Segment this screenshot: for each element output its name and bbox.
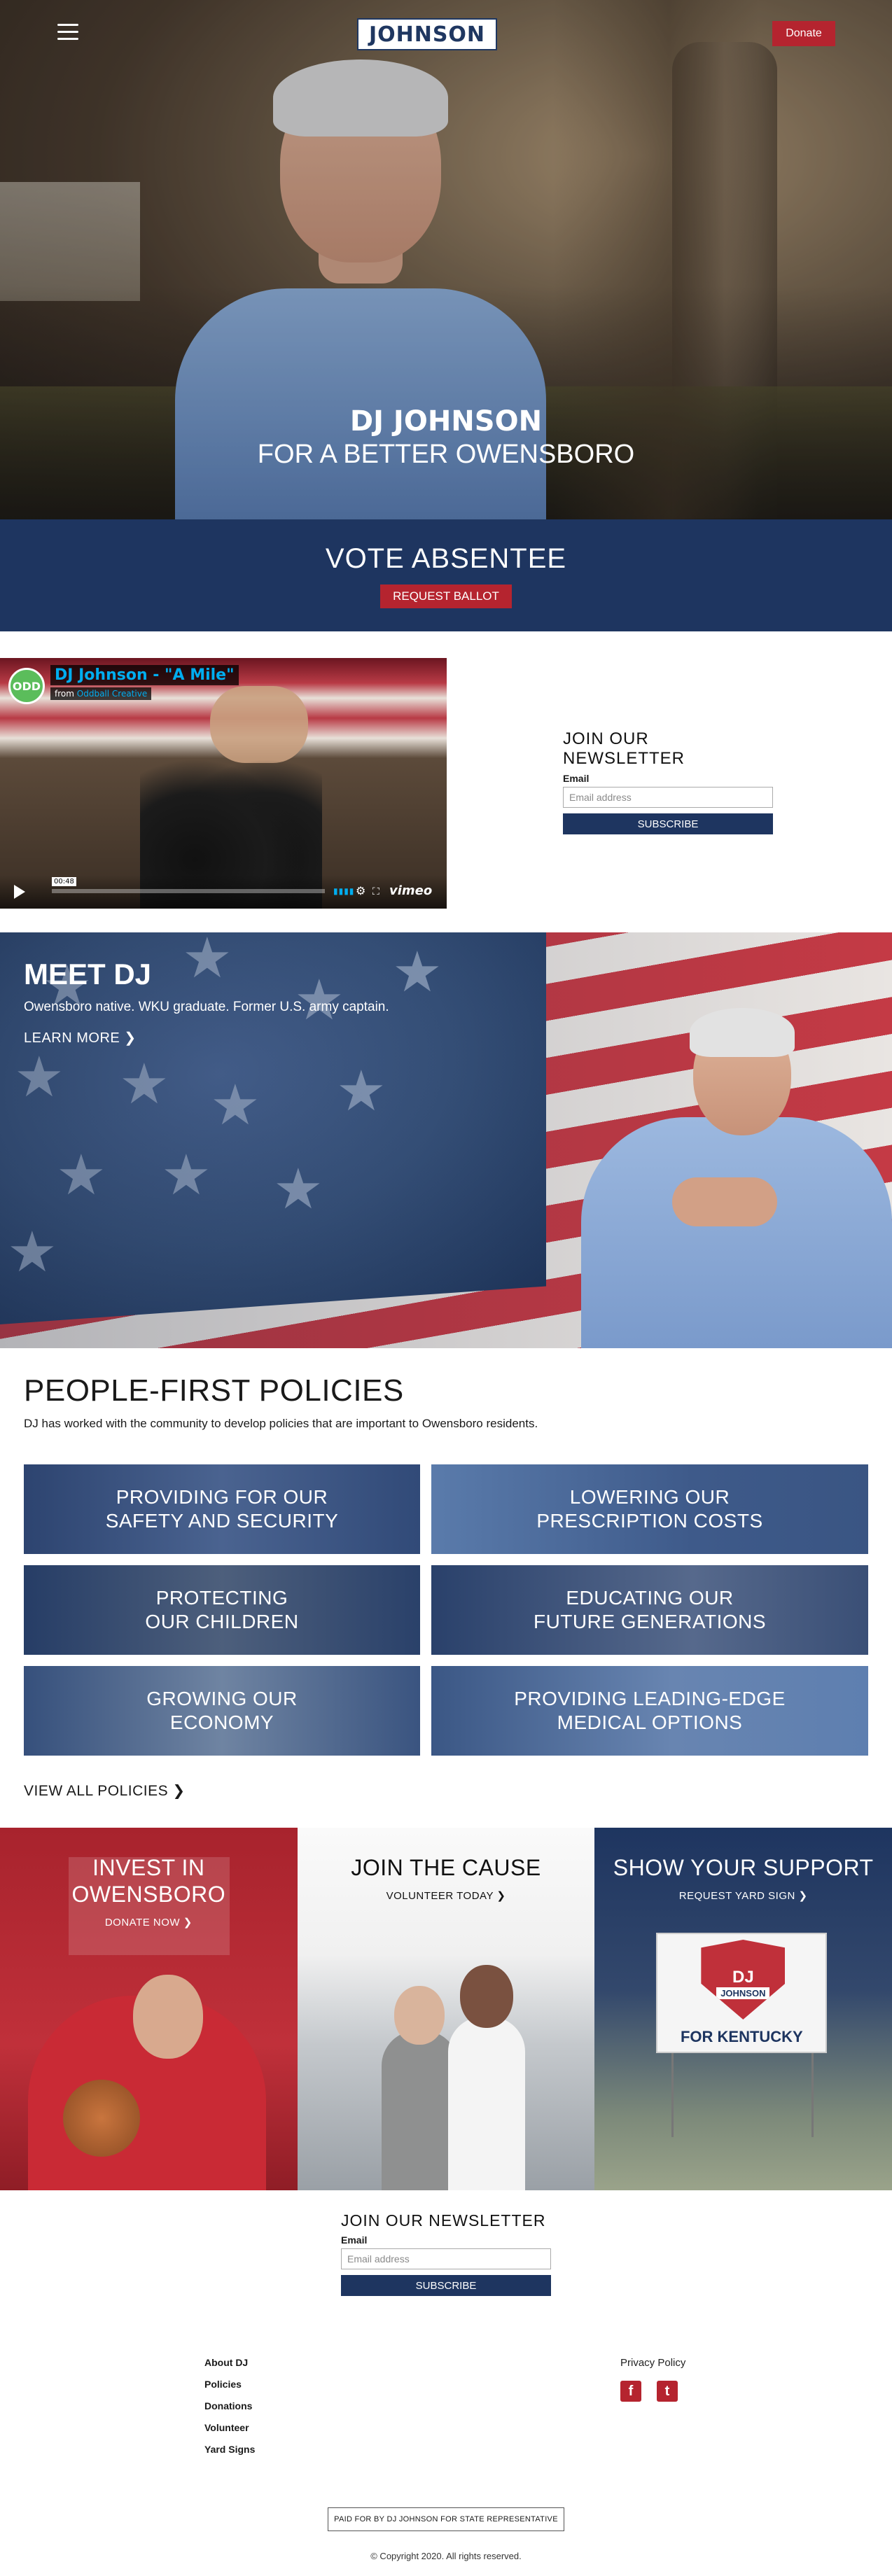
vote-absentee-section: VOTE ABSENTEE REQUEST BALLOT bbox=[0, 519, 892, 631]
site-footer: About DJ Policies Donations Volunteer Ya… bbox=[0, 2296, 892, 2576]
invest-title: INVEST IN OWENSBORO bbox=[71, 1855, 226, 1907]
email-field[interactable] bbox=[341, 2248, 551, 2269]
footer-link-donations[interactable]: Donations bbox=[204, 2395, 255, 2417]
facebook-icon[interactable]: f bbox=[620, 2381, 641, 2402]
vimeo-logo[interactable]: vimeo bbox=[389, 883, 432, 898]
request-ballot-button[interactable]: REQUEST BALLOT bbox=[380, 584, 512, 608]
policy-tile-education[interactable]: EDUCATING OUR FUTURE GENERATIONS bbox=[431, 1565, 868, 1655]
chevron-right-icon: ❯ bbox=[496, 1890, 506, 1902]
video-newsletter-row: ODD DJ Johnson - "A Mile" from Oddball C… bbox=[0, 631, 892, 932]
chevron-right-icon: ❯ bbox=[798, 1890, 808, 1902]
policies-section: PEOPLE-FIRST POLICIES DJ has worked with… bbox=[0, 1348, 892, 1828]
twitter-icon[interactable]: t bbox=[657, 2381, 678, 2402]
hero-name: DJ JOHNSON bbox=[349, 405, 543, 438]
channel-avatar[interactable]: ODD bbox=[8, 668, 45, 704]
policies-intro: DJ has worked with the community to deve… bbox=[24, 1417, 538, 1430]
support-title: SHOW YOUR SUPPORT bbox=[613, 1855, 874, 1880]
hero-section: JOHNSON Donate DJ JOHNSON FOR A BETTER O… bbox=[0, 0, 892, 519]
policy-tiles: PROVIDING FOR OUR SAFETY AND SECURITY LOW… bbox=[24, 1464, 868, 1756]
email-label: Email bbox=[563, 773, 590, 784]
hero-title: DJ JOHNSON FOR A BETTER OWENSBORO bbox=[0, 405, 892, 470]
footer-link-yard-signs[interactable]: Yard Signs bbox=[204, 2439, 255, 2460]
join-title: JOIN THE CAUSE bbox=[351, 1855, 541, 1880]
site-logo[interactable]: JOHNSON bbox=[357, 18, 497, 50]
menu-icon[interactable] bbox=[57, 24, 78, 41]
support-panel: SHOW YOUR SUPPORT REQUEST YARD SIGN ❯ DJ… bbox=[594, 1828, 892, 2190]
paid-for-disclaimer: PAID FOR BY DJ JOHNSON FOR STATE REPRESE… bbox=[328, 2507, 564, 2531]
policy-tile-medical[interactable]: PROVIDING LEADING-EDGE MEDICAL OPTIONS bbox=[431, 1666, 868, 1756]
email-field[interactable] bbox=[563, 787, 773, 808]
fullscreen-icon[interactable]: ⛶ bbox=[372, 886, 379, 897]
gear-icon[interactable]: ⚙ bbox=[356, 884, 365, 897]
social-links: f t bbox=[620, 2381, 685, 2402]
video-progress-bar[interactable] bbox=[52, 889, 325, 893]
policy-tile-safety[interactable]: PROVIDING FOR OUR SAFETY AND SECURITY bbox=[24, 1464, 420, 1554]
meet-dj-section: ★ ★ ★ ★ ★ ★ ★ ★ ★ ★ ★ ★ MEET DJ Owensbor… bbox=[0, 932, 892, 1348]
volunteer-today-link[interactable]: VOLUNTEER TODAY ❯ bbox=[386, 1889, 506, 1902]
video-title[interactable]: DJ Johnson - "A Mile" bbox=[50, 665, 239, 685]
meet-portrait bbox=[581, 1002, 892, 1348]
newsletter-form-footer: JOIN OUR NEWSLETTER Email SUBSCRIBE bbox=[341, 2211, 551, 2296]
donate-now-link[interactable]: DONATE NOW ❯ bbox=[105, 1916, 193, 1928]
yard-sign-image: DJ JOHNSON FOR KENTUCKY bbox=[656, 1933, 828, 2053]
video-player[interactable]: ODD DJ Johnson - "A Mile" from Oddball C… bbox=[0, 658, 447, 909]
policies-title: PEOPLE-FIRST POLICIES bbox=[24, 1373, 404, 1408]
shield-logo: DJ JOHNSON bbox=[701, 1940, 786, 2019]
site-header: JOHNSON Donate bbox=[0, 0, 892, 67]
hero-tagline: FOR A BETTER OWENSBORO bbox=[257, 440, 635, 469]
newsletter-form: JOIN OUR NEWSLETTER Email SUBSCRIBE bbox=[563, 729, 773, 834]
subscribe-button[interactable]: SUBSCRIBE bbox=[563, 813, 773, 834]
view-all-policies-link[interactable]: VIEW ALL POLICIES ❯ bbox=[24, 1782, 186, 1800]
play-icon[interactable] bbox=[14, 885, 25, 899]
policy-tile-economy[interactable]: GROWING OUR ECONOMY bbox=[24, 1666, 420, 1756]
invest-panel: INVEST IN OWENSBORO DONATE NOW ❯ bbox=[0, 1828, 298, 2190]
newsletter-title: JOIN OUR NEWSLETTER bbox=[563, 729, 685, 768]
chevron-right-icon: ❯ bbox=[172, 1783, 186, 1799]
video-time: 00:48 bbox=[52, 877, 76, 886]
meet-title: MEET DJ bbox=[24, 958, 152, 990]
footer-nav: About DJ Policies Donations Volunteer Ya… bbox=[204, 2352, 255, 2460]
call-to-action-panels: INVEST IN OWENSBORO DONATE NOW ❯ JOIN THE… bbox=[0, 1828, 892, 2190]
meet-text: Owensboro native. WKU graduate. Former U… bbox=[24, 1000, 389, 1014]
request-yard-sign-link[interactable]: REQUEST YARD SIGN ❯ bbox=[679, 1889, 808, 1902]
chevron-right-icon: ❯ bbox=[183, 1917, 193, 1928]
video-byline: from Oddball Creative bbox=[50, 687, 152, 700]
footer-link-volunteer[interactable]: Volunteer bbox=[204, 2417, 255, 2439]
copyright: © Copyright 2020. All rights reserved. bbox=[370, 2551, 522, 2561]
email-label: Email bbox=[341, 2234, 368, 2246]
chevron-right-icon: ❯ bbox=[124, 1030, 137, 1046]
donate-button[interactable]: Donate bbox=[772, 21, 835, 46]
basketball-image bbox=[63, 2080, 140, 2157]
privacy-policy-link[interactable]: Privacy Policy bbox=[620, 2357, 685, 2369]
footer-link-about[interactable]: About DJ bbox=[204, 2352, 255, 2374]
newsletter-title: JOIN OUR NEWSLETTER bbox=[341, 2211, 546, 2230]
vote-title: VOTE ABSENTEE bbox=[325, 543, 567, 574]
policy-tile-prescriptions[interactable]: LOWERING OUR PRESCRIPTION COSTS bbox=[431, 1464, 868, 1554]
footer-link-policies[interactable]: Policies bbox=[204, 2374, 255, 2395]
video-author[interactable]: Oddball Creative bbox=[77, 689, 147, 699]
join-panel: JOIN THE CAUSE VOLUNTEER TODAY ❯ bbox=[297, 1828, 595, 2190]
policy-tile-children[interactable]: PROTECTING OUR CHILDREN bbox=[24, 1565, 420, 1655]
subscribe-button[interactable]: SUBSCRIBE bbox=[341, 2275, 551, 2296]
learn-more-link[interactable]: LEARN MORE ❯ bbox=[24, 1029, 137, 1046]
footer-right: Privacy Policy f t bbox=[620, 2352, 685, 2402]
volume-icon[interactable]: ▮▮▮▮ bbox=[333, 886, 354, 896]
